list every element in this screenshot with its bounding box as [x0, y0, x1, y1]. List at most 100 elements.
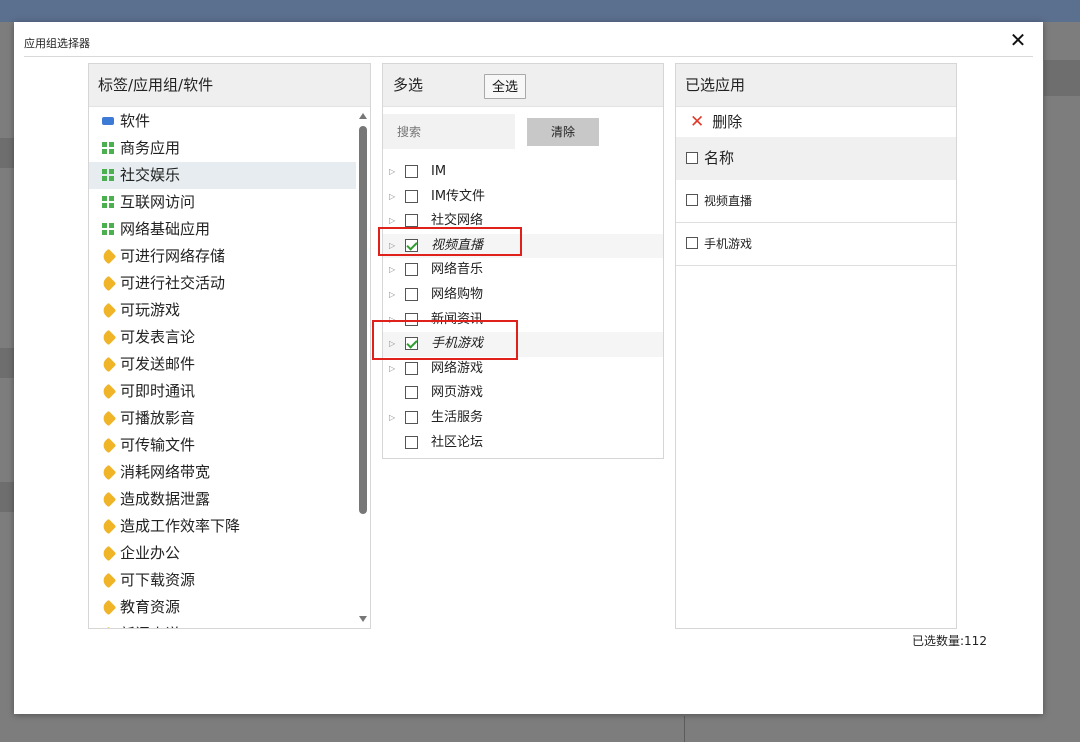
category-item-label: 造成工作效率下降	[120, 517, 241, 535]
multi-select-panel: 多选 全选 清除 ▷IM▷IM传文件▷社交网络▷视频直播▷网络音乐▷网络购物▷新…	[382, 63, 664, 459]
expand-arrow-icon[interactable]: ▷	[389, 258, 395, 283]
tree-item-label: IM传文件	[431, 188, 486, 204]
selected-app-row[interactable]: 视频直播	[676, 180, 956, 223]
tree-item-label: 网页游戏	[431, 385, 484, 401]
selected-apps-header: 已选应用	[676, 64, 956, 107]
tree-item[interactable]: ▷ IM传文件	[383, 185, 663, 210]
category-item[interactable]: 可发送邮件	[89, 351, 370, 378]
tree-item-checkbox[interactable]	[405, 361, 418, 375]
category-item[interactable]: 可播放影音	[89, 405, 370, 432]
tree-item-checkbox[interactable]	[405, 287, 418, 301]
highlight-box-live-video	[378, 227, 522, 256]
category-scrollbar[interactable]	[356, 108, 370, 628]
tree-item[interactable]: ▷ 网络购物	[383, 283, 663, 308]
category-item[interactable]: 可下载资源	[89, 567, 370, 594]
category-item[interactable]: 可进行社交活动	[89, 270, 370, 297]
selected-app-row[interactable]: 手机游戏	[676, 223, 956, 266]
category-item-label: 企业办公	[120, 544, 181, 562]
category-item-label: 消耗网络带宽	[120, 463, 211, 481]
category-item-label: 社交娱乐	[120, 166, 181, 184]
scroll-up-icon[interactable]	[359, 113, 367, 119]
expand-arrow-icon[interactable]: ▷	[389, 283, 395, 308]
category-item[interactable]: 可进行网络存储	[89, 243, 370, 270]
multi-select-header: 多选 全选	[383, 64, 663, 107]
app-tree: ▷ IM ▷ IM传文件 ▷ 社交网络 ▷ 视频直播 ▷ 网络音乐 ▷ 网络购物 ▷ 新闻资讯 ▷ 手机游戏 ▷…	[383, 160, 663, 455]
category-item[interactable]: 可传输文件	[89, 432, 370, 459]
selected-app-label: 手机游戏	[704, 237, 753, 251]
tree-item[interactable]: ▷ IM	[383, 160, 663, 185]
tree-item[interactable]: 网页游戏	[383, 381, 663, 406]
tree-item[interactable]: ▷ 网络游戏	[383, 357, 663, 382]
category-list: 软件 商务应用 社交娱乐 互联网访问 网络基础应用 可进行网络存储 可进行社交活动 可玩游戏可…	[89, 108, 370, 628]
category-item-label: 可进行社交活动	[120, 274, 226, 292]
app-group-icon	[102, 196, 114, 208]
category-item-label: 商务应用	[120, 139, 181, 157]
tree-item-checkbox[interactable]	[405, 214, 418, 228]
category-item-label: 教育资源	[120, 598, 181, 616]
category-item[interactable]: 社交娱乐	[89, 162, 370, 189]
tag-icon	[100, 599, 117, 616]
category-item[interactable]: 商务应用	[89, 135, 370, 162]
category-item[interactable]: 互联网访问	[89, 189, 370, 216]
category-item-label: 可即时通讯	[120, 382, 196, 400]
category-item[interactable]: 教育资源	[89, 594, 370, 621]
tree-item-label: 生活服务	[431, 409, 484, 425]
tag-icon	[100, 302, 117, 319]
category-item[interactable]: 可即时通讯	[89, 378, 370, 405]
tree-item-label: 社区论坛	[431, 434, 484, 450]
dialog-title: 应用组选择器	[24, 37, 90, 50]
selected-list: 视频直播手机游戏	[676, 180, 956, 266]
close-icon[interactable]: ✕	[1009, 30, 1027, 50]
category-item[interactable]: 企业办公	[89, 540, 370, 567]
category-item-label: 可下载资源	[120, 571, 196, 589]
tree-item-checkbox[interactable]	[405, 410, 418, 424]
category-item-label: 可播放影音	[120, 409, 196, 427]
tag-icon	[100, 410, 117, 427]
delete-icon: ✕	[690, 112, 705, 132]
tree-item[interactable]: 社区论坛	[383, 431, 663, 456]
select-all-button[interactable]: 全选	[484, 74, 527, 99]
category-item-label: 可发送邮件	[120, 355, 196, 373]
expand-arrow-icon[interactable]: ▷	[389, 357, 395, 382]
category-item[interactable]: 软件	[89, 108, 370, 135]
category-item[interactable]: 消耗网络带宽	[89, 459, 370, 486]
search-input[interactable]	[383, 114, 515, 149]
name-column-label: 名称	[704, 149, 735, 167]
delete-button[interactable]: ✕ 删除	[676, 108, 956, 137]
tree-item-checkbox[interactable]	[405, 386, 418, 400]
category-item[interactable]: 新闻小说	[89, 621, 370, 628]
expand-arrow-icon[interactable]: ▷	[389, 406, 395, 431]
category-item-label: 软件	[120, 112, 151, 130]
category-item[interactable]: 造成数据泄露	[89, 486, 370, 513]
category-item-label: 新闻小说	[120, 625, 180, 628]
category-item[interactable]: 可发表言论	[89, 324, 370, 351]
tag-icon	[100, 572, 117, 589]
category-item[interactable]: 造成工作效率下降	[89, 513, 370, 540]
name-column-header: 名称	[676, 137, 956, 180]
tree-item-checkbox[interactable]	[405, 189, 418, 203]
category-item[interactable]: 可玩游戏	[89, 297, 370, 324]
select-all-checkbox[interactable]	[686, 152, 698, 164]
tree-item-checkbox[interactable]	[405, 435, 418, 449]
scroll-down-icon[interactable]	[359, 616, 367, 622]
scrollbar-thumb[interactable]	[359, 126, 367, 514]
title-divider	[24, 56, 1033, 57]
tree-item-checkbox[interactable]	[405, 263, 418, 277]
delete-label: 删除	[712, 113, 743, 131]
expand-arrow-icon[interactable]: ▷	[389, 185, 395, 210]
selected-app-checkbox[interactable]	[686, 194, 698, 206]
expand-arrow-icon[interactable]: ▷	[389, 160, 395, 185]
category-item[interactable]: 网络基础应用	[89, 216, 370, 243]
tag-icon	[100, 545, 117, 562]
tag-icon	[100, 437, 117, 454]
multi-select-title: 多选	[393, 76, 424, 94]
tree-item-checkbox[interactable]	[405, 165, 418, 178]
tree-item[interactable]: ▷ 生活服务	[383, 406, 663, 431]
tree-item[interactable]: ▷ 网络音乐	[383, 258, 663, 283]
tree-item-label: 网络购物	[431, 286, 484, 302]
category-panel-header: 标签/应用组/软件	[89, 64, 370, 107]
app-group-selector-dialog: 应用组选择器 ✕ 标签/应用组/软件 软件商务应用社交娱乐互联网访问 网络基础应用…	[14, 22, 1043, 714]
selected-app-checkbox[interactable]	[686, 237, 698, 249]
category-item-label: 可进行网络存储	[120, 247, 226, 265]
clear-button[interactable]: 清除	[527, 118, 599, 146]
